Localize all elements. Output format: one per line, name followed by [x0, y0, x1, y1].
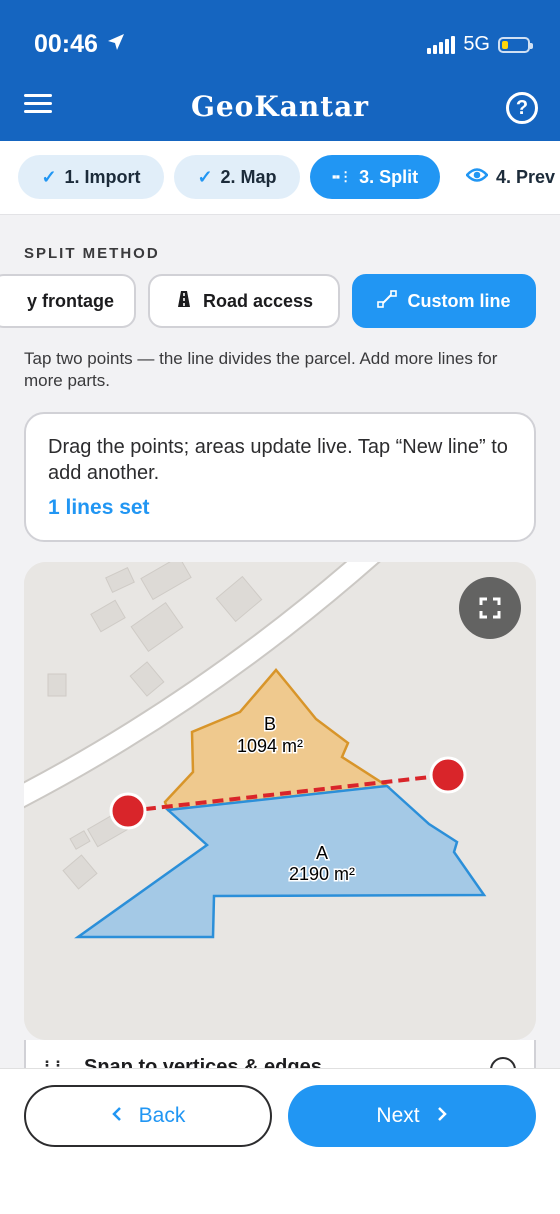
question-circle-icon[interactable]: ?	[506, 92, 538, 124]
step-tabs: ✓ 1. Import ✓ 2. Map ▪▪⋮ 3. Split 4. Pre…	[0, 141, 560, 215]
step-preview[interactable]: 4. Prev	[465, 155, 560, 199]
step-import[interactable]: ✓ 1. Import	[18, 155, 164, 199]
method-label: y frontage	[26, 290, 114, 311]
info-card: Drag the points; areas update live. Tap …	[24, 412, 536, 542]
network-label: 5G	[463, 33, 490, 55]
method-frontage[interactable]: y frontage	[0, 274, 136, 328]
method-road-access[interactable]: Road access	[148, 274, 340, 328]
step-map[interactable]: ✓ 2. Map	[174, 155, 300, 199]
lines-status: 1 lines set	[48, 496, 150, 519]
line-segment-icon	[377, 289, 398, 314]
app-title: GeoKantar	[190, 90, 370, 123]
chevron-left-icon	[111, 1104, 123, 1128]
parcel-a-label: A	[316, 843, 328, 863]
check-icon: ✓	[41, 166, 57, 187]
battery-icon	[498, 36, 533, 53]
location-arrow-icon	[106, 30, 126, 59]
fullscreen-icon[interactable]	[459, 577, 521, 639]
next-label: Next	[376, 1104, 420, 1127]
signal-icon	[427, 35, 456, 54]
clock-text: 00:46	[34, 30, 98, 58]
parcel-b-label: B	[264, 714, 276, 734]
eye-icon	[465, 167, 489, 188]
split-point-start[interactable]	[109, 792, 147, 830]
method-description: Tap two points — the line divides the pa…	[24, 349, 498, 390]
step-label: 4. Prev	[496, 166, 556, 187]
road-icon	[175, 290, 193, 313]
step-label: 2. Map	[220, 166, 277, 187]
map-view[interactable]: B 1094 m² A 2190 m²	[24, 562, 536, 1040]
next-button[interactable]: Next	[288, 1085, 536, 1147]
method-label: Custom line	[407, 290, 511, 311]
bottom-nav: Back Next	[0, 1068, 560, 1214]
section-label: SPLIT METHOD	[24, 245, 160, 262]
app-header: 00:46 5G GeoKantar ?	[0, 0, 560, 141]
status-icons: 5G	[427, 33, 533, 56]
parcel-b-area: 1094 m²	[237, 736, 303, 756]
check-icon: ✓	[197, 166, 213, 187]
chevron-right-icon	[436, 1104, 448, 1128]
status-time: 00:46	[34, 30, 126, 59]
step-label: 3. Split	[359, 166, 419, 187]
step-split[interactable]: ▪▪⋮ 3. Split	[310, 155, 440, 199]
split-icon: ▪▪⋮	[331, 169, 352, 184]
method-label: Road access	[202, 290, 314, 311]
step-label: 1. Import	[64, 166, 141, 187]
back-label: Back	[138, 1104, 186, 1127]
method-custom-line[interactable]: Custom line	[352, 274, 536, 328]
back-button[interactable]: Back	[24, 1085, 272, 1147]
split-point-end[interactable]	[429, 756, 467, 794]
parcel-a-area: 2190 m²	[289, 864, 355, 884]
info-text: Drag the points; areas update live. Tap …	[48, 436, 508, 484]
